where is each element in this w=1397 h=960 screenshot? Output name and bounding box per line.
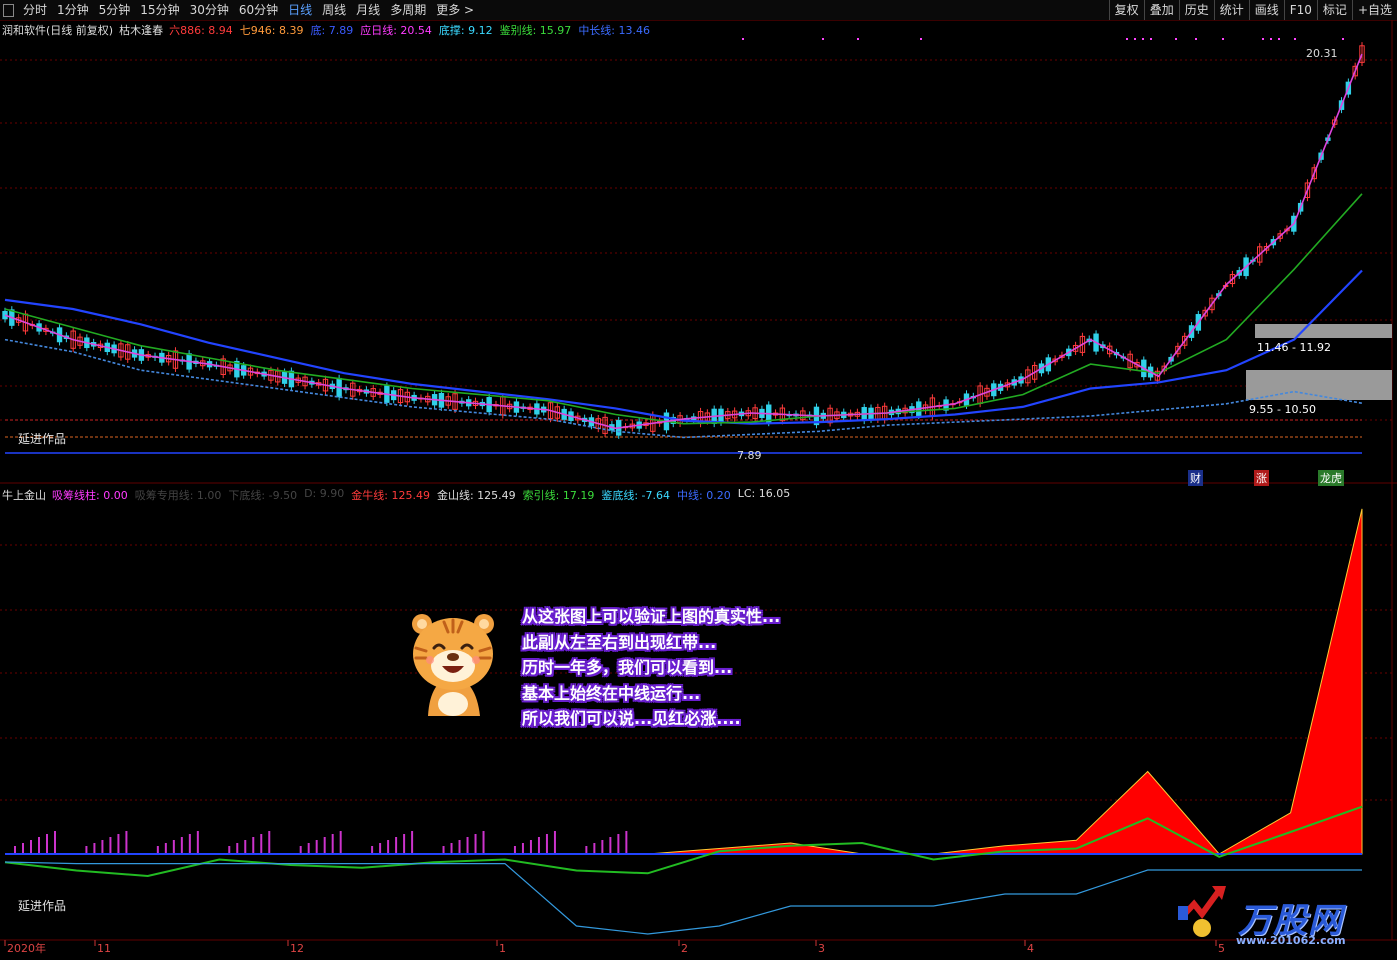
top-dot-15 (1342, 38, 1344, 40)
series-line-2 (4, 53, 1363, 430)
top-dot-8 (1175, 38, 1177, 40)
note-line-2: 历时一年多，我们可以看到... (522, 658, 733, 677)
low-price-label: 7.89 (737, 449, 762, 462)
top-dot-14 (1294, 38, 1296, 40)
series-line-3 (4, 338, 1363, 439)
note-line-4: 所以我们可以说...见红必涨.... (522, 709, 741, 728)
x-label-6: 4 (1027, 942, 1034, 955)
top-dot-7 (1150, 38, 1152, 40)
top-dot-2 (857, 38, 859, 40)
zone-upper-label: 11.46 - 11.92 (1257, 341, 1331, 354)
tag-longhu[interactable]: 龙虎 (1318, 470, 1344, 486)
watermark-url: www.201062.com (1236, 934, 1346, 947)
zone-lower-label: 9.55 - 10.50 (1249, 403, 1316, 416)
x-label-0: 2020年 (7, 941, 46, 955)
top-dot-13 (1278, 38, 1280, 40)
top-dot-11 (1262, 38, 1264, 40)
top-dot-10 (1222, 38, 1224, 40)
tag-cai[interactable]: 财 (1188, 470, 1203, 486)
top-dots (742, 38, 1344, 40)
bottom-support-line (4, 861, 1362, 935)
top-dot-9 (1195, 38, 1197, 40)
zone-lower-box (1246, 370, 1392, 400)
top-dot-1 (822, 38, 824, 40)
note-line-0: 从这张图上可以验证上图的真实性... (522, 607, 781, 626)
x-label-3: 1 (499, 942, 506, 955)
x-label-2: 12 (290, 942, 304, 955)
x-axis: 2020年 11 12 1 2 3 4 5 (4, 940, 1225, 955)
note-line-1: 此副从左至右到出现红带... (522, 632, 717, 652)
zone-upper-box (1255, 324, 1392, 338)
x-label-7: 5 (1218, 942, 1225, 955)
note-line-3: 基本上始终在中线运行... (522, 683, 701, 703)
top-dot-12 (1270, 38, 1272, 40)
x-label-1: 11 (97, 942, 111, 955)
author-label-sub: 延进作品 (18, 899, 67, 913)
top-dot-4 (1126, 38, 1128, 40)
author-label-main: 延进作品 (18, 432, 67, 446)
series-line-1 (4, 193, 1363, 425)
x-label-5: 3 (818, 942, 825, 955)
top-dot-6 (1142, 38, 1144, 40)
top-dot-3 (920, 38, 922, 40)
watermark-logo-icon (1178, 886, 1226, 937)
tiger-mascot-icon (412, 614, 494, 716)
top-dot-5 (1134, 38, 1136, 40)
high-price-label: 20.31 (1306, 47, 1338, 60)
series-line-0 (4, 269, 1363, 425)
annotation-note: 从这张图上可以验证上图的真实性... 此副从左至右到出现红带... 历时一年多，我们… (522, 604, 780, 732)
tag-zhang[interactable]: 涨 (1254, 470, 1269, 486)
x-label-4: 2 (681, 942, 688, 955)
top-dot-0 (742, 38, 744, 40)
